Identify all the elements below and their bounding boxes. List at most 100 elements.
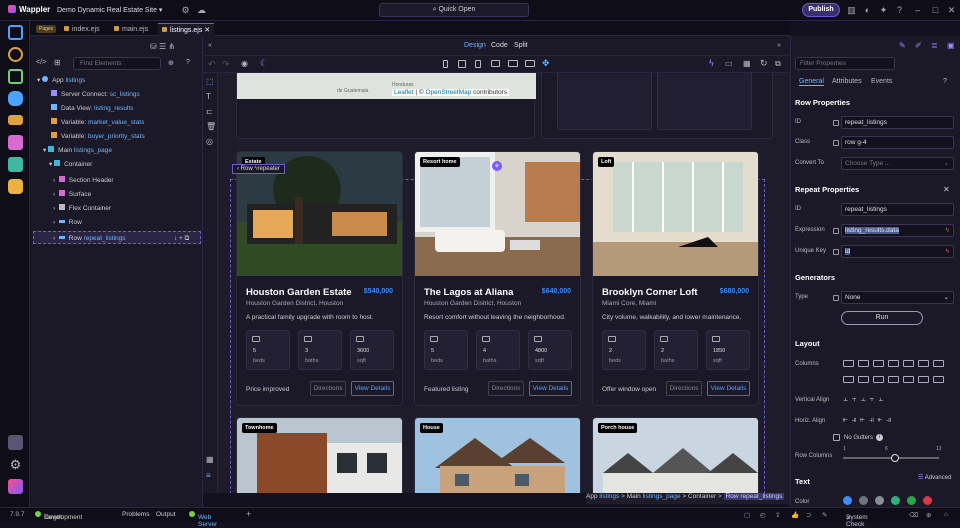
color-swatch-success[interactable] — [891, 496, 900, 505]
info-icon[interactable]: i — [876, 434, 883, 441]
theme-icon[interactable]: ◐ — [862, 5, 873, 16]
share-icon[interactable]: ⇪ — [775, 511, 780, 519]
column-layout-option[interactable] — [843, 360, 854, 367]
tree-item-data-view[interactable]: Data View: listing_results — [51, 102, 134, 115]
data-bind-icon[interactable] — [833, 228, 839, 234]
undo-icon[interactable]: ↶ — [208, 59, 216, 70]
tab-main[interactable]: main.ejs — [110, 23, 152, 36]
lightbulb-icon[interactable]: ✦ — [878, 5, 889, 16]
git-icon[interactable] — [8, 47, 23, 62]
listing-card[interactable]: Loft Brooklyn Corner Loft $680,000 Miami… — [592, 151, 759, 406]
thumbs-up-icon[interactable]: 👍 — [791, 511, 799, 519]
globe-icon[interactable]: ⊕ — [926, 511, 931, 519]
tree-item-app[interactable]: ▾ App listings — [37, 74, 85, 87]
tree-item-main[interactable]: ▾ Main listings_page — [43, 144, 112, 157]
run-button[interactable]: Run — [841, 311, 923, 325]
layout-icon[interactable]: ▥ — [846, 5, 857, 16]
color-swatch-green[interactable] — [907, 496, 916, 505]
color-swatch-muted[interactable] — [875, 496, 884, 505]
add-element-button[interactable]: + — [492, 161, 502, 171]
help-icon[interactable]: ? — [894, 5, 905, 16]
preview-tool-icon[interactable]: ◎ — [206, 137, 213, 146]
vertical-align-options-icon[interactable]: ⫠⫟⫠⫟⫠ — [843, 394, 887, 404]
column-layout-option[interactable] — [918, 360, 929, 367]
tablet-icon[interactable] — [458, 60, 466, 68]
tree-item-server-connect[interactable]: Server Connect: sc_listings — [51, 88, 140, 101]
data-bind-icon[interactable] — [833, 249, 839, 255]
column-layout-option[interactable] — [858, 360, 869, 367]
camera-icon[interactable]: ◉ — [241, 59, 248, 68]
redo-icon[interactable]: ↷ — [222, 59, 230, 70]
layout-toggle-icon[interactable]: ▭ — [725, 59, 733, 68]
remove-repeat-icon[interactable]: ✕ — [943, 185, 950, 194]
edit-icon[interactable]: ✎ — [899, 41, 906, 50]
column-layout-option[interactable] — [933, 376, 944, 383]
crumb-container[interactable]: Container — [688, 493, 716, 500]
layers-icon[interactable] — [8, 157, 23, 172]
view-details-button[interactable]: View Details — [351, 381, 394, 396]
select-tool-icon[interactable]: ⬚ — [206, 77, 214, 86]
code-icon[interactable]: ⊃ — [806, 511, 811, 519]
target-selector[interactable]: Target: Development — [35, 511, 82, 521]
tree-item-section-header[interactable]: › Section Header — [53, 174, 114, 187]
column-layout-option[interactable] — [843, 376, 854, 383]
mobile-icon[interactable] — [443, 60, 448, 68]
column-layout-option[interactable] — [903, 360, 914, 367]
dark-mode-icon[interactable]: ☾ — [260, 58, 268, 69]
chat-icon[interactable] — [8, 435, 23, 450]
listing-card[interactable]: House — [414, 417, 581, 493]
tree-item-row[interactable]: › Row — [53, 216, 82, 229]
workflows-icon[interactable] — [8, 69, 23, 84]
list-tool-icon[interactable]: ☰ — [159, 42, 166, 51]
data-bind-icon[interactable] — [833, 295, 839, 301]
cube-icon[interactable]: ▣ — [947, 41, 955, 50]
unique-key-input[interactable]: id ϟ — [841, 245, 954, 258]
crumb-main[interactable]: Main — [627, 493, 641, 500]
crumb-app-name[interactable]: listings — [599, 493, 619, 500]
tab-general[interactable]: General — [799, 78, 824, 86]
listing-card[interactable]: Townhome — [236, 417, 403, 493]
brush-icon[interactable]: ✐ — [915, 41, 922, 50]
advanced-toggle[interactable]: ☰ Advanced — [918, 474, 951, 481]
web-server-status[interactable]: Web Server — [189, 511, 217, 528]
repeat-id-input[interactable]: repeat_listings — [841, 203, 954, 216]
flash-icon[interactable]: ϟ — [709, 58, 714, 68]
pages-icon[interactable] — [8, 25, 23, 40]
column-layout-option[interactable] — [873, 376, 884, 383]
refresh-icon[interactable]: ↻ — [760, 58, 768, 69]
view-details-button[interactable]: View Details — [529, 381, 572, 396]
help-circle-icon[interactable]: ? — [943, 78, 947, 85]
wide-desktop-icon[interactable] — [525, 60, 535, 67]
eraser-icon[interactable]: ⌫ — [909, 511, 918, 519]
color-swatch-primary[interactable] — [843, 496, 852, 505]
tab-events[interactable]: Events — [871, 78, 892, 85]
history-icon[interactable]: ◴ — [760, 511, 766, 519]
tab-code[interactable]: Code — [491, 42, 508, 49]
expression-input[interactable]: listing_results.data ϟ — [841, 224, 954, 237]
maximize-icon[interactable]: □ — [930, 5, 941, 16]
add-panel-icon[interactable]: + — [246, 509, 251, 519]
crumb-main-name[interactable]: listings_page — [643, 493, 681, 500]
class-input[interactable]: row g-4 — [841, 136, 954, 149]
gear-icon[interactable]: ⚙ — [180, 5, 191, 16]
column-layout-option[interactable] — [873, 360, 884, 367]
laptop-icon[interactable] — [491, 60, 500, 67]
grid-toggle-icon[interactable]: ▦ — [743, 59, 751, 68]
column-layout-option[interactable] — [918, 376, 929, 383]
flash-icon[interactable]: ϟ — [946, 225, 949, 236]
no-gutters-checkbox[interactable] — [833, 434, 840, 441]
stack-icon[interactable]: ≣ — [931, 41, 938, 50]
color-swatch-secondary[interactable] — [859, 496, 868, 505]
output-tab[interactable]: Output — [156, 511, 176, 518]
wappler-pro-icon[interactable] — [8, 479, 23, 494]
view-details-button[interactable]: View Details — [707, 381, 750, 396]
tab-attributes[interactable]: Attributes — [832, 78, 862, 85]
pen-icon[interactable]: ✎ — [822, 511, 827, 519]
tree-item-surface[interactable]: › Surface — [53, 188, 91, 201]
hierarchy-tool-icon[interactable]: ⋔ — [168, 42, 175, 51]
sitemap-icon[interactable]: ⊞ — [54, 58, 61, 67]
add-element-icon[interactable]: ⊕ — [168, 59, 174, 67]
tab-split[interactable]: Split — [514, 42, 528, 49]
id-input[interactable]: repeat_listings — [841, 116, 954, 129]
tab-listings[interactable]: listings.ejs ✕ — [158, 23, 215, 36]
